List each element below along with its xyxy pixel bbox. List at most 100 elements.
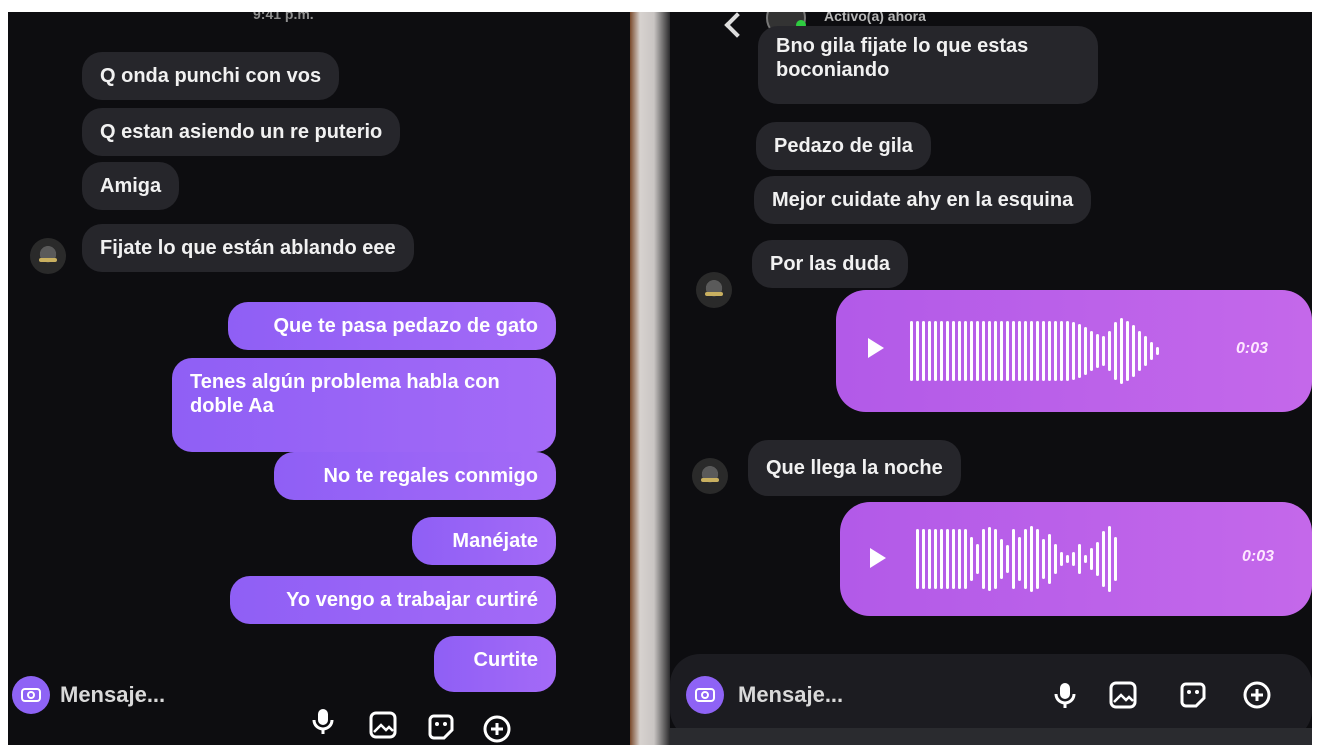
waveform-bar [940,529,943,589]
waveform-bar [1024,321,1027,381]
waveform-bar [1054,544,1057,574]
play-icon[interactable] [868,338,884,358]
waveform-bar [1090,331,1093,371]
message-received: Q onda punchi con vos [82,52,340,100]
waveform-bar [1036,529,1039,589]
waveform-bar [982,321,985,381]
waveform-bar [982,529,985,589]
waveform-bar [1066,555,1069,563]
waveform-bar [1144,336,1147,366]
message-received: Bno gila fijate lo que estas boconiando [758,26,1098,104]
waveform-bar [1024,529,1027,589]
waveform-bar [1000,539,1003,579]
waveform-bar [1030,526,1033,592]
back-arrow-icon[interactable] [724,12,750,38]
waveform-bar [1120,318,1123,384]
left-chat-screen: 9:41 p.m. Q onda punchi con vos Q estan … [8,12,630,745]
waveform-bar [976,544,979,574]
waveform-bar [1096,542,1099,576]
message-received: Por las duda [752,240,909,288]
waveform-bar [1000,321,1003,381]
plus-circle-icon[interactable] [482,714,512,744]
waveform-bar [940,321,943,381]
waveform-bar [1084,327,1087,375]
sticker-icon[interactable] [426,712,456,742]
waveform-bar [1078,544,1081,574]
voice-message[interactable]: 0:03 [840,502,1312,616]
waveform-bar [1012,321,1015,381]
waveform-bar [1060,321,1063,381]
waveform-bar [922,321,925,381]
waveform-bar [1096,334,1099,368]
timestamp: 9:41 p.m. [253,12,314,22]
waveform-bar [1108,331,1111,371]
waveform-bar [1072,552,1075,566]
waveform-bar [1060,552,1063,566]
waveform-bar [1018,537,1021,581]
right-chat-screen: Activo(a) ahora Bno gila fijate lo que e… [670,12,1312,745]
waveform-bar [1012,529,1015,589]
waveform-bar [1114,322,1117,380]
gallery-icon[interactable] [1108,680,1138,710]
waveform-bar [934,529,937,589]
voice-message[interactable]: 0:03 [836,290,1312,412]
gallery-icon[interactable] [368,710,398,740]
waveform-bar [994,529,997,589]
message-input[interactable]: Mensaje... [60,682,165,708]
contact-avatar[interactable] [692,458,728,494]
waveform [910,314,1159,388]
waveform-bar [1018,321,1021,381]
message-received: Mejor cuidate ahy en la esquina [754,176,1092,224]
waveform-bar [1084,555,1087,563]
waveform-bar [1054,321,1057,381]
message-received: Fijate lo que están ablando eee [82,224,414,272]
message-input[interactable]: Mensaje... [738,682,843,708]
waveform-bar [952,321,955,381]
waveform-bar [928,321,931,381]
microphone-icon[interactable] [1050,680,1080,710]
voice-duration: 0:03 [1236,340,1269,357]
waveform-bar [1042,539,1045,579]
plus-circle-icon[interactable] [1242,680,1272,710]
waveform-bar [922,529,925,589]
waveform-bar [1090,548,1093,570]
camera-icon[interactable] [686,676,724,714]
message-received: Pedazo de gila [756,122,931,170]
waveform-bar [916,529,919,589]
waveform-bar [958,529,961,589]
waveform-bar [988,321,991,381]
voice-duration: 0:03 [1242,548,1275,565]
waveform-bar [970,537,973,581]
contact-avatar[interactable] [30,238,66,274]
waveform-bar [1048,534,1051,584]
waveform-bar [1042,321,1045,381]
camera-icon[interactable] [12,676,50,714]
message-received: Q estan asiendo un re puterio [82,108,401,156]
microphone-icon[interactable] [308,706,338,736]
waveform-bar [1072,322,1075,380]
waveform-bar [964,529,967,589]
contact-avatar[interactable] [696,272,732,308]
waveform-bar [1132,325,1135,377]
waveform-bar [1138,331,1141,371]
waveform-bar [988,527,991,591]
message-sent: No te regales conmigo [274,452,556,500]
message-received: Que llega la noche [748,440,961,496]
sticker-icon[interactable] [1178,680,1208,710]
waveform-bar [994,321,997,381]
play-icon[interactable] [870,548,886,568]
waveform-bar [1048,321,1051,381]
message-sent: Que te pasa pedazo de gato [228,302,556,350]
waveform-bar [1102,336,1105,366]
active-status: Activo(a) ahora [824,12,926,24]
waveform-bar [1030,321,1033,381]
waveform-bar [1114,537,1117,581]
message-sent: Yo vengo a trabajar curtiré [230,576,556,624]
waveform-bar [976,321,979,381]
waveform-bar [1006,545,1009,573]
message-received: Amiga [82,162,180,210]
bottom-strip [670,728,1312,745]
message-sent: Manéjate [412,517,556,565]
waveform-bar [964,321,967,381]
waveform-bar [1156,347,1159,355]
